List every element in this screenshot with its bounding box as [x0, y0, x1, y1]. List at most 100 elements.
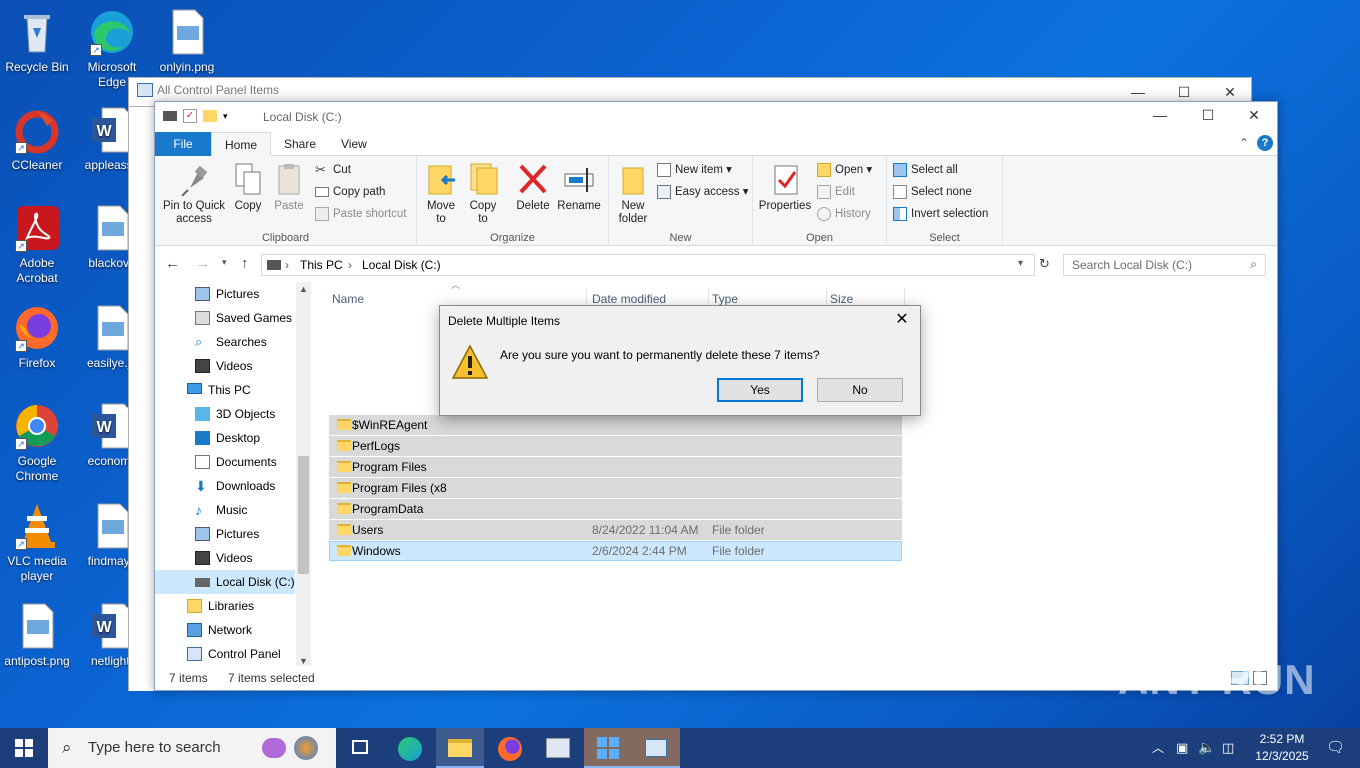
nav-item-control-panel[interactable]: Control Panel: [155, 642, 295, 666]
nav-item-saved-games[interactable]: Saved Games: [155, 306, 295, 330]
copy-to-button[interactable]: Copy to: [465, 162, 501, 226]
taskbar-search-input[interactable]: ⌕ Type here to search: [48, 728, 336, 768]
no-button[interactable]: No: [817, 378, 903, 402]
open-button[interactable]: Open ▾: [817, 160, 872, 180]
nav-item-libraries[interactable]: Libraries: [155, 594, 295, 618]
nav-item-music[interactable]: ♪ Music: [155, 498, 295, 522]
nav-item-network[interactable]: Network: [155, 618, 295, 642]
taskbar-firefox[interactable]: [486, 728, 534, 768]
forward-arrow-icon[interactable]: →: [195, 255, 210, 272]
table-row[interactable]: Users 8/24/2022 11:04 AM File folder: [329, 520, 902, 540]
nav-item-pictures[interactable]: Pictures: [155, 522, 295, 546]
tab-home[interactable]: Home: [211, 132, 272, 156]
file-type: File folder: [712, 523, 765, 537]
rename-button[interactable]: Rename: [557, 162, 601, 213]
desktop-icon-vlc[interactable]: ↗ VLC media player: [0, 502, 74, 584]
search-input[interactable]: Search Local Disk (C:) ⌕: [1063, 254, 1266, 276]
desktop-icon-antipost[interactable]: antipost.png: [0, 602, 74, 669]
scroll-up-icon[interactable]: ▲: [299, 284, 308, 294]
nav-item-downloads[interactable]: ⬇ Downloads: [155, 474, 295, 498]
tab-share[interactable]: Share: [271, 132, 329, 156]
task-view-button[interactable]: [336, 728, 384, 768]
table-row[interactable]: Program Files (x8: [329, 478, 902, 498]
pin-quick-access-button[interactable]: Pin to Quick access: [161, 162, 227, 226]
breadcrumb-local-disk[interactable]: Local Disk (C:): [362, 258, 441, 272]
maximize-button[interactable]: ☐: [1185, 104, 1231, 128]
select-all-button[interactable]: Select all: [893, 160, 958, 180]
nav-item-this-pc[interactable]: This PC: [155, 378, 295, 402]
taskbar-control-panel[interactable]: [632, 728, 680, 768]
desktop-icon-ccleaner[interactable]: ↗ CCleaner: [0, 106, 74, 173]
help-icon[interactable]: ?: [1257, 135, 1273, 151]
notification-icon[interactable]: 🗨: [1326, 738, 1345, 756]
taskbar-windows-app[interactable]: [584, 728, 632, 768]
nav-item-local-disk[interactable]: Local Disk (C:): [155, 570, 295, 594]
taskbar-app[interactable]: [534, 728, 582, 768]
invert-selection-button[interactable]: Invert selection: [893, 204, 988, 224]
address-bar[interactable]: › This PC › Local Disk (C:) ▾: [261, 254, 1035, 276]
collapse-ribbon-icon[interactable]: ⌃: [1239, 136, 1249, 150]
minimize-button[interactable]: —: [1137, 104, 1183, 128]
properties-button[interactable]: Properties: [757, 162, 813, 213]
table-row[interactable]: ProgramData: [329, 499, 902, 519]
copy-path-button[interactable]: Copy path: [315, 182, 385, 202]
recent-locations-icon[interactable]: ▾: [222, 257, 227, 268]
chevron-up-icon[interactable]: ︿: [1152, 739, 1164, 756]
scrollbar-thumb[interactable]: [298, 456, 309, 574]
nav-item-videos[interactable]: Videos: [155, 546, 295, 570]
back-arrow-icon[interactable]: ←: [165, 255, 180, 272]
address-dropdown-icon[interactable]: ▾: [1018, 258, 1023, 269]
yes-button[interactable]: Yes: [717, 378, 803, 402]
delete-button[interactable]: Delete: [513, 162, 553, 213]
nav-item-desktop[interactable]: Desktop: [155, 426, 295, 450]
clock-time[interactable]: 2:52 PM: [1252, 732, 1312, 746]
desktop-icon-firefox[interactable]: ↗ Firefox: [0, 304, 74, 371]
cut-button[interactable]: ✂ Cut: [315, 160, 351, 180]
network-icon[interactable]: ◫: [1222, 740, 1234, 756]
table-row[interactable]: $WinREAgent: [329, 415, 902, 435]
edit-button[interactable]: Edit: [817, 182, 855, 202]
up-arrow-icon[interactable]: ↑: [241, 255, 249, 272]
taskbar-file-explorer[interactable]: [436, 728, 484, 768]
desktop-icon-recycle-bin[interactable]: Recycle Bin: [0, 8, 74, 75]
nav-item-pictures[interactable]: Pictures: [155, 282, 295, 306]
properties-icon[interactable]: ✓: [183, 109, 197, 123]
table-row[interactable]: PerfLogs: [329, 436, 902, 456]
close-icon[interactable]: ✕: [892, 310, 912, 330]
breadcrumb-this-pc[interactable]: This PC: [300, 258, 343, 272]
easy-access-button[interactable]: Easy access ▾: [657, 182, 749, 202]
nav-item-searches[interactable]: ⌕ Searches: [155, 330, 295, 354]
new-item-button[interactable]: New item ▾: [657, 160, 732, 180]
desktop-icon-acrobat[interactable]: ↗ Adobe Acrobat: [0, 204, 74, 286]
delete-confirmation-dialog[interactable]: Delete Multiple Items ✕ Are you sure you…: [439, 305, 921, 416]
close-button[interactable]: ✕: [1231, 104, 1277, 128]
paste-button[interactable]: Paste: [271, 162, 307, 213]
nav-item-documents[interactable]: Documents: [155, 450, 295, 474]
new-folder-button[interactable]: New folder: [613, 162, 653, 226]
nav-item-3d-objects[interactable]: 3D Objects: [155, 402, 295, 426]
properties-icon: [769, 162, 801, 196]
nav-item-videos[interactable]: Videos: [155, 354, 295, 378]
scroll-down-icon[interactable]: ▼: [299, 656, 308, 666]
tab-file[interactable]: File: [155, 132, 211, 156]
nav-scrollbar[interactable]: ▲ ▼: [296, 282, 311, 668]
table-row[interactable]: Windows 2/6/2024 2:44 PM File folder: [329, 541, 902, 561]
clock-date[interactable]: 12/3/2025: [1252, 749, 1312, 763]
taskbar-edge[interactable]: [386, 728, 434, 768]
history-button[interactable]: History: [817, 204, 871, 224]
paste-shortcut-button[interactable]: Paste shortcut: [315, 204, 407, 224]
select-none-button[interactable]: Select none: [893, 182, 972, 202]
refresh-icon[interactable]: ↻: [1039, 256, 1050, 272]
meet-now-icon[interactable]: ▣: [1176, 740, 1188, 756]
volume-icon[interactable]: 🔈: [1198, 739, 1215, 756]
table-row[interactable]: Program Files: [329, 457, 902, 477]
start-button[interactable]: [0, 728, 48, 768]
new-folder-icon[interactable]: [203, 110, 217, 122]
copy-button[interactable]: Copy: [231, 162, 265, 213]
desktop-icon-onlyin[interactable]: onlyin.png: [150, 8, 224, 75]
select-all-icon: [893, 163, 907, 177]
chevron-down-icon[interactable]: ▾: [223, 111, 228, 122]
move-to-button[interactable]: Move to: [423, 162, 459, 226]
desktop-icon-chrome[interactable]: ↗ Google Chrome: [0, 402, 74, 484]
tab-view[interactable]: View: [328, 132, 380, 156]
